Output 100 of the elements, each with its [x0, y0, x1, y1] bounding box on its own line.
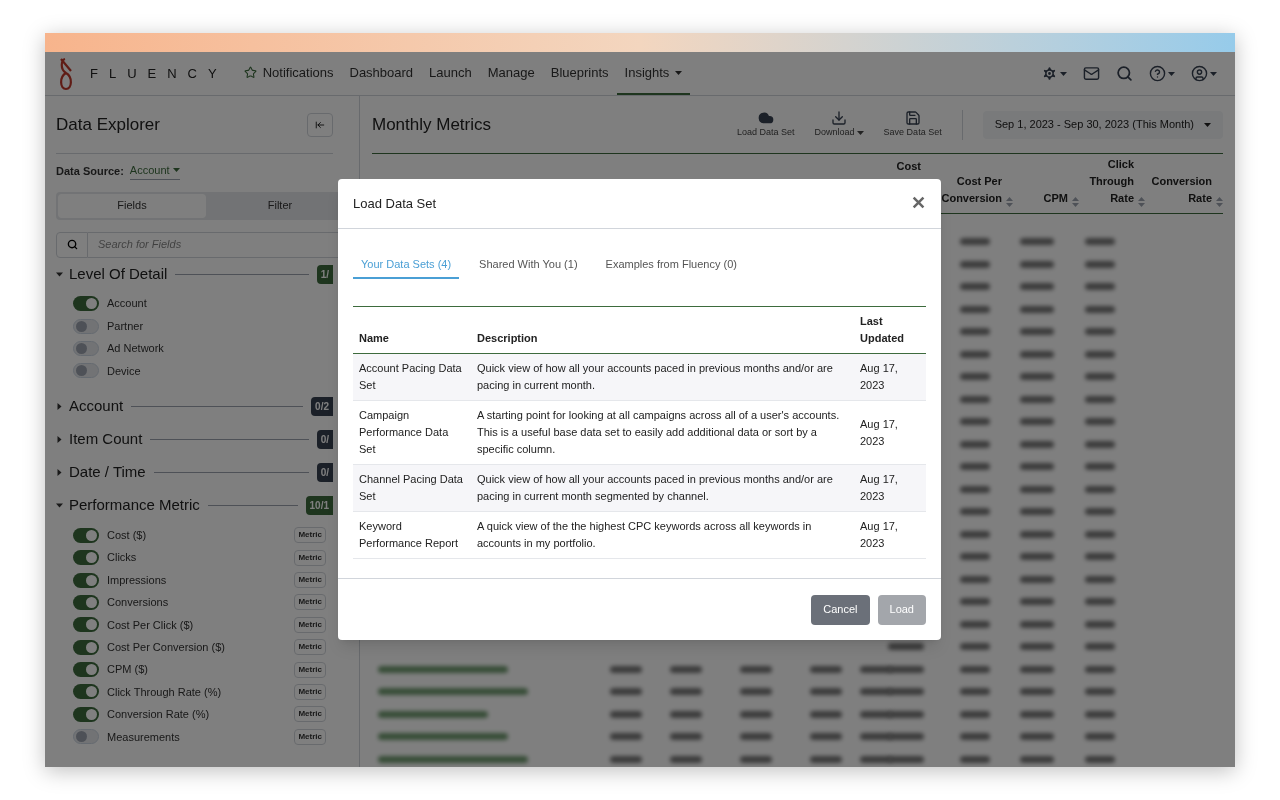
blurred-text: [740, 755, 772, 763]
toggle-switch[interactable]: [73, 729, 99, 745]
blurred-text: [960, 553, 990, 560]
table-cell: Campaign Performance Data Set: [353, 400, 471, 465]
close-button[interactable]: ✕: [911, 190, 926, 217]
blurred-text: [960, 463, 990, 470]
caret-icon[interactable]: [56, 403, 63, 411]
section-title[interactable]: Level Of Detail: [69, 262, 168, 286]
nav-link[interactable]: Blueprints: [542, 52, 617, 95]
blurred-text: [1085, 485, 1115, 493]
blurred-text: [810, 710, 842, 718]
blurred-text: [1085, 688, 1115, 695]
blurred-text: [888, 643, 924, 650]
sidebar-tab[interactable]: Fields: [58, 193, 206, 218]
blurred-text: [1020, 688, 1054, 695]
blurred-text: [1020, 620, 1054, 628]
toolbar-button[interactable]: Save Data Set: [883, 109, 942, 140]
download-icon: [831, 109, 848, 126]
blurred-text: [1085, 283, 1115, 290]
sidebar-title: Data Explorer: [56, 113, 160, 136]
table-cell: A quick view of the the highest CPC keywords across all keywords in accounts in my portfolio.: [471, 511, 854, 559]
count-badge: 0/: [316, 430, 333, 450]
toggle-switch[interactable]: [73, 527, 99, 543]
blurred-text: [1085, 575, 1115, 583]
nav-link[interactable]: Launch: [421, 52, 480, 95]
modal-tab[interactable]: Your Data Sets (4): [353, 253, 460, 279]
toggle-switch[interactable]: [73, 617, 99, 633]
toolbar-button[interactable]: Download: [814, 109, 864, 140]
search-icon[interactable]: [1116, 65, 1133, 82]
column-header[interactable]: Conversion Rate: [1145, 173, 1223, 207]
help-icon[interactable]: [1149, 65, 1166, 82]
date-range-dropdown[interactable]: Sep 1, 2023 - Sep 30, 2023 (This Month): [982, 110, 1223, 139]
blurred-text: [960, 688, 990, 695]
blurred-text: [1020, 665, 1054, 673]
caret-icon: [1060, 71, 1067, 76]
star-icon: [243, 66, 257, 79]
nav-link[interactable]: Notifications: [235, 52, 342, 95]
caret-icon[interactable]: [56, 469, 63, 477]
blurred-text: [1020, 553, 1054, 560]
caret-icon[interactable]: [56, 270, 63, 278]
toggle-switch[interactable]: [73, 572, 99, 588]
toggle-switch[interactable]: [73, 296, 99, 312]
toggle-switch[interactable]: [73, 706, 99, 722]
blurred-text: [960, 665, 990, 673]
field-label: CPM ($): [107, 662, 148, 678]
blurred-text: [960, 643, 990, 650]
field-label: Cost Per Click ($): [107, 617, 194, 633]
toggle-switch[interactable]: [73, 684, 99, 700]
toggle-switch[interactable]: [73, 340, 99, 356]
sidebar-tab[interactable]: Filter: [206, 193, 354, 218]
toggle-switch[interactable]: [73, 594, 99, 610]
table-cell: Account Pacing Data Set: [353, 353, 471, 401]
collapse-button[interactable]: [307, 112, 333, 137]
mail-icon[interactable]: [1083, 65, 1100, 82]
caret-icon: [1204, 122, 1211, 127]
field-label: Partner: [107, 318, 144, 334]
metric-tag: Metric: [294, 549, 326, 566]
section-title[interactable]: Account: [69, 395, 124, 418]
settings-icon[interactable]: [1041, 65, 1058, 82]
blurred-text: [960, 395, 990, 403]
nav-link[interactable]: Manage: [479, 52, 543, 95]
modal-tab[interactable]: Examples from Fluency (0): [597, 253, 745, 279]
blurred-text: [960, 620, 990, 628]
toolbar-button[interactable]: Load Data Set: [737, 109, 795, 140]
blurred-text: [960, 733, 990, 740]
blurred-text: [810, 688, 842, 695]
blurred-text: [1085, 328, 1115, 335]
column-header[interactable]: Click Through Rate: [1079, 156, 1145, 207]
toggle-switch[interactable]: [73, 318, 99, 334]
toggle-switch[interactable]: [73, 363, 99, 379]
section-title[interactable]: Date / Time: [69, 461, 146, 484]
table-cell: Aug 17, 2023: [854, 400, 926, 465]
blurred-text: [670, 755, 702, 763]
toggle-switch[interactable]: [73, 639, 99, 655]
blurred-text: [960, 350, 990, 358]
blurred-text: [960, 305, 990, 313]
count-badge: 0/2: [311, 397, 333, 417]
blurred-text: [1085, 665, 1115, 673]
blurred-text: [960, 328, 990, 335]
toggle-switch[interactable]: [73, 662, 99, 678]
data-source-dropdown[interactable]: Account: [129, 162, 180, 180]
column-header[interactable]: Cost: [881, 158, 921, 175]
blurred-text: [670, 733, 702, 740]
blurred-text: [1085, 508, 1115, 515]
field-label: Account: [107, 296, 147, 312]
user-icon[interactable]: [1191, 65, 1208, 82]
nav-link[interactable]: Dashboard: [341, 52, 422, 95]
section-title[interactable]: Performance Metric: [69, 494, 200, 517]
nav-link[interactable]: Insights: [616, 52, 691, 95]
caret-icon[interactable]: [56, 502, 63, 510]
section-title[interactable]: Item Count: [69, 428, 143, 451]
blurred-text: [960, 440, 990, 448]
modal-tab[interactable]: Shared With You (1): [471, 253, 586, 279]
dialog-button[interactable]: Cancel: [811, 594, 870, 625]
column-header[interactable]: CPM: [1013, 190, 1079, 207]
toggle-switch[interactable]: [73, 550, 99, 566]
blurred-text: [960, 283, 990, 290]
logo-icon: [57, 56, 75, 91]
caret-icon[interactable]: [56, 436, 63, 444]
blurred-text: [740, 733, 772, 740]
